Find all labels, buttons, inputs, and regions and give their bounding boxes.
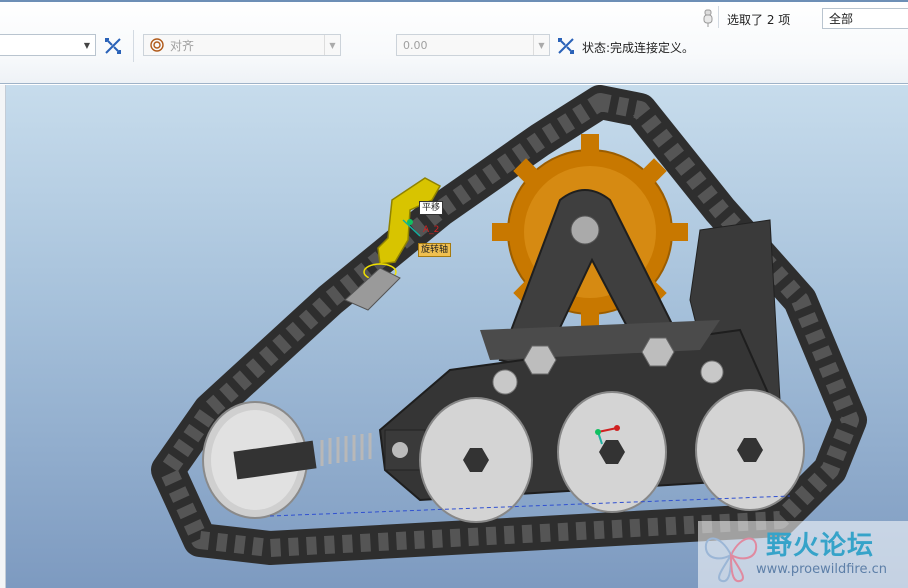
offset-value-input[interactable]: 0.00 ▼ (396, 34, 550, 56)
chevron-down-icon: ▼ (533, 35, 549, 55)
tension-spring (320, 433, 372, 466)
align-icon (150, 38, 164, 52)
butterfly-logo-icon (704, 537, 758, 583)
constraint-type-select[interactable]: 对齐 ▼ (143, 34, 341, 56)
connection-type-select[interactable]: ▼ (0, 34, 96, 56)
constraint-type-value: 对齐 (170, 38, 195, 53)
selection-filter-select[interactable]: 全部 (822, 8, 908, 29)
flip-offset-icon[interactable] (556, 36, 576, 56)
chevron-down-icon: ▼ (324, 35, 340, 55)
chevron-down-icon: ▼ (83, 40, 91, 50)
road-wheel (419, 397, 533, 523)
selection-filter-icon[interactable] (698, 8, 718, 28)
divider (133, 30, 134, 62)
selection-count-label: 选取了 2 项 (727, 13, 791, 27)
forum-watermark: 野火论坛 www.proewildfire.cn (698, 521, 908, 588)
annotation-label-rotation-axis[interactable]: 旋转轴 (418, 243, 452, 257)
connection-status-text: 状态:完成连接定义。 (582, 41, 695, 55)
selection-filter-value: 全部 (829, 12, 854, 26)
annotation-label-axis[interactable]: A_2 (423, 224, 439, 236)
toolbar-top-border (0, 0, 908, 2)
viewport-left-border (0, 85, 6, 588)
dashboard-toolbar: 选取了 2 项 全部 ▼ 对齐 ▼ 0.00 ▼ 状态:完成连接定义。 (0, 0, 908, 84)
offset-value: 0.00 (403, 38, 428, 52)
road-wheel (557, 391, 667, 513)
watermark-title: 野火论坛 (766, 531, 875, 561)
annotation-label-translation[interactable]: 平移 (419, 201, 444, 215)
graphics-viewport[interactable]: 平移 A_2 旋转轴 (0, 85, 908, 588)
flip-constraint-icon[interactable] (103, 36, 123, 56)
road-wheel (695, 389, 805, 511)
watermark-url: www.proewildfire.cn (756, 562, 887, 577)
divider (718, 6, 719, 28)
track-assembly-model (151, 85, 867, 565)
